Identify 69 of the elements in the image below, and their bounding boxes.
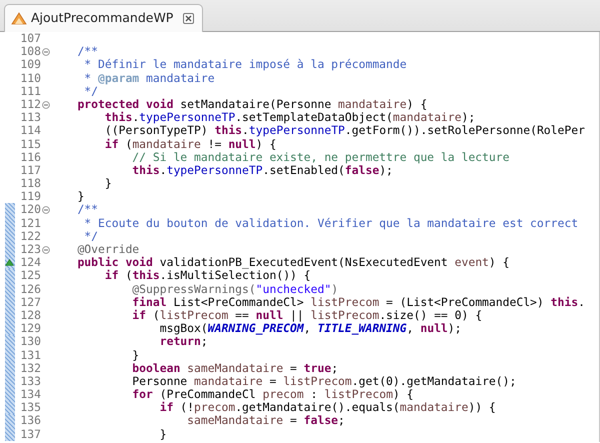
code-line: this.typePersonneTP.setEnabled(false); — [132, 162, 393, 177]
code-line: * @param mandataire — [84, 70, 215, 85]
line-number: 118 — [20, 176, 41, 190]
line-number: 124 — [20, 255, 41, 270]
code-line: } — [160, 426, 167, 441]
code-line: final List<PreCommandeCl> listPrecom = (List<PreCommandeCl>) this. — [132, 294, 585, 309]
line-number: 131 — [20, 348, 41, 362]
line-number: 107 — [20, 32, 41, 45]
collapse-icon[interactable] — [42, 206, 50, 214]
code-line: } — [132, 348, 140, 362]
line-number: 114 — [20, 123, 41, 138]
code-line: */ — [84, 84, 98, 98]
collapse-icon[interactable] — [42, 246, 50, 254]
code-line: Personne mandataire = listPrecom.get(0).getMandataire(); — [132, 374, 516, 388]
line-number: 110 — [20, 70, 41, 85]
line-number: 129 — [20, 321, 41, 336]
code-line: * Définir le mandataire imposé à la précommande — [84, 57, 407, 72]
line-number: 127 — [20, 294, 41, 309]
file-icon — [11, 12, 27, 25]
code-line: if (this.isMultiSelection()) { — [104, 268, 311, 282]
code-line: ((PersonTypeTP) this.typePersonneTP.getForm()).setRolePersonne(RolePer — [104, 123, 585, 138]
line-number: 125 — [20, 268, 41, 282]
code-line: // Si le mandataire existe, ne permettre que la lecture — [132, 150, 510, 164]
line-number: 119 — [20, 189, 41, 204]
line-number: 135 — [20, 400, 41, 414]
line-number: 136 — [20, 413, 41, 428]
code-line: /** — [77, 44, 98, 58]
code-line: protected void setMandataire(Personne mandataire) { — [77, 96, 428, 111]
editor-tab[interactable]: AjoutPrecommandeWP — [4, 4, 204, 32]
tab-title: AjoutPrecommandeWP — [31, 9, 174, 28]
line-number: 120 — [20, 202, 41, 216]
line-number: 116 — [20, 150, 41, 164]
code-line: * Ecoute du bouton de validation. Vérifier que la mandataire est correct — [84, 216, 578, 230]
code-line: if (!precom.getMandataire().equals(mandataire)) { — [160, 400, 496, 414]
code-line: } — [104, 176, 112, 190]
code-line: @Override — [77, 242, 140, 256]
line-number: 117 — [20, 162, 41, 177]
line-number: 123 — [20, 242, 41, 256]
code-line: sameMandataire = false; — [187, 413, 345, 428]
line-number: 132 — [20, 360, 41, 375]
line-number: 115 — [20, 136, 41, 150]
code-line: if (listPrecom == null || listPrecom.size() == 0) { — [132, 308, 482, 322]
code-line: boolean sameMandataire = true; — [132, 360, 338, 375]
line-number: 109 — [20, 57, 41, 72]
line-number: 126 — [20, 282, 41, 296]
line-number: 133 — [20, 374, 41, 388]
code-line: } — [77, 189, 84, 204]
line-number: 130 — [20, 334, 41, 348]
line-number: 111 — [20, 84, 41, 98]
line-number: 108 — [20, 44, 41, 58]
code-line: for (PreCommandeCl precom : listPrecom) { — [132, 387, 414, 402]
code-line: @SuppressWarnings("unchecked") — [132, 282, 338, 296]
code-line: public void validationPB_ExecutedEvent(NsExecutedEvent event) { — [77, 255, 510, 270]
code-line: this.typePersonneTP.setTemplateDataObject(mandataire); — [104, 110, 476, 124]
line-number: 121 — [20, 216, 41, 230]
code-line: */ — [84, 228, 98, 243]
code-line: return; — [160, 334, 208, 348]
line-number: 113 — [20, 110, 41, 124]
line-number: 112 — [20, 96, 41, 111]
collapse-icon[interactable] — [42, 48, 50, 56]
line-number: 128 — [20, 308, 41, 322]
line-number: 134 — [20, 387, 41, 402]
line-number: 122 — [20, 228, 41, 243]
code-line: if (mandataire != null) { — [104, 136, 276, 150]
code-line: msgBox(WARNING_PRECOM, TITLE_WARNING, null); — [160, 321, 462, 336]
code-line: /** — [77, 202, 98, 216]
line-number: 137 — [20, 426, 41, 441]
collapse-icon[interactable] — [42, 100, 50, 109]
close-icon[interactable] — [183, 13, 194, 24]
